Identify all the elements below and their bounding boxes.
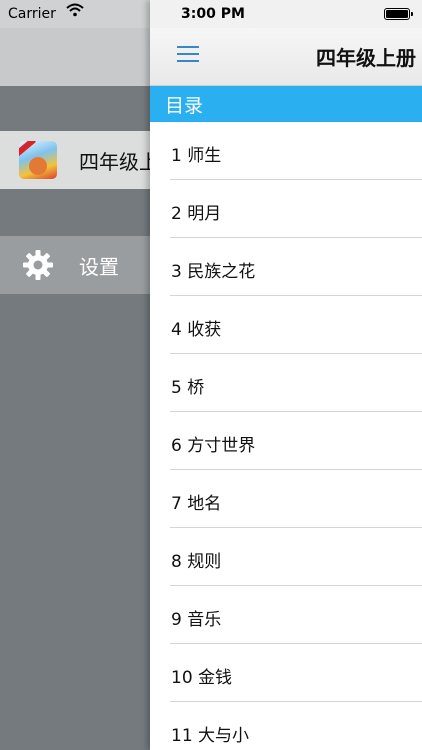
battery-icon bbox=[384, 8, 413, 20]
toc-item[interactable]: 2 明月 bbox=[150, 180, 422, 238]
toc-item[interactable]: 11 大与小 bbox=[150, 702, 422, 750]
toc-item-label: 7 地名 bbox=[171, 494, 222, 514]
toc-list: 1 师生 2 明月 3 民族之花 4 收获 5 桥 6 方寸世界 7 地名 8 … bbox=[150, 122, 422, 750]
toc-item[interactable]: 7 地名 bbox=[150, 470, 422, 528]
toc-item-label: 10 金钱 bbox=[171, 668, 233, 688]
toc-item-label: 9 音乐 bbox=[171, 610, 222, 630]
navbar: 四年级上册 bbox=[150, 28, 422, 86]
toc-item-label: 11 大与小 bbox=[171, 726, 250, 746]
hamburger-icon[interactable] bbox=[177, 44, 199, 62]
toc-header-label: 目录 bbox=[165, 95, 204, 117]
wifi-icon bbox=[66, 3, 84, 17]
toc-item[interactable]: 3 民族之花 bbox=[150, 238, 422, 296]
toc-item[interactable]: 6 方寸世界 bbox=[150, 412, 422, 470]
toc-item-label: 4 收获 bbox=[171, 320, 222, 340]
toc-item-label: 5 桥 bbox=[171, 378, 205, 398]
status-bar: 3:00 PM bbox=[150, 0, 422, 28]
gear-icon bbox=[23, 250, 53, 280]
toc-item[interactable]: 9 音乐 bbox=[150, 586, 422, 644]
toc-item-label: 2 明月 bbox=[171, 204, 222, 224]
book-cover-icon bbox=[19, 141, 57, 179]
toc-item[interactable]: 10 金钱 bbox=[150, 644, 422, 702]
toc-item[interactable]: 5 桥 bbox=[150, 354, 422, 412]
carrier-label: Carrier bbox=[8, 6, 56, 22]
toc-item[interactable]: 1 师生 bbox=[150, 122, 422, 180]
content-panel: 3:00 PM 四年级上册 目录 1 师生 2 明月 3 民族之花 4 收获 5… bbox=[150, 0, 422, 750]
toc-item-label: 6 方寸世界 bbox=[171, 436, 256, 456]
toc-item-label: 3 民族之花 bbox=[171, 262, 256, 282]
toc-item[interactable]: 4 收获 bbox=[150, 296, 422, 354]
status-time: 3:00 PM bbox=[181, 6, 245, 22]
toc-item-label: 8 规则 bbox=[171, 552, 222, 572]
menu-item-settings-label: 设置 bbox=[79, 254, 119, 279]
toc-item[interactable]: 8 规则 bbox=[150, 528, 422, 586]
toc-header: 目录 bbox=[150, 86, 422, 122]
toc-item-label: 1 师生 bbox=[171, 146, 222, 166]
page-title: 四年级上册 bbox=[316, 46, 416, 70]
